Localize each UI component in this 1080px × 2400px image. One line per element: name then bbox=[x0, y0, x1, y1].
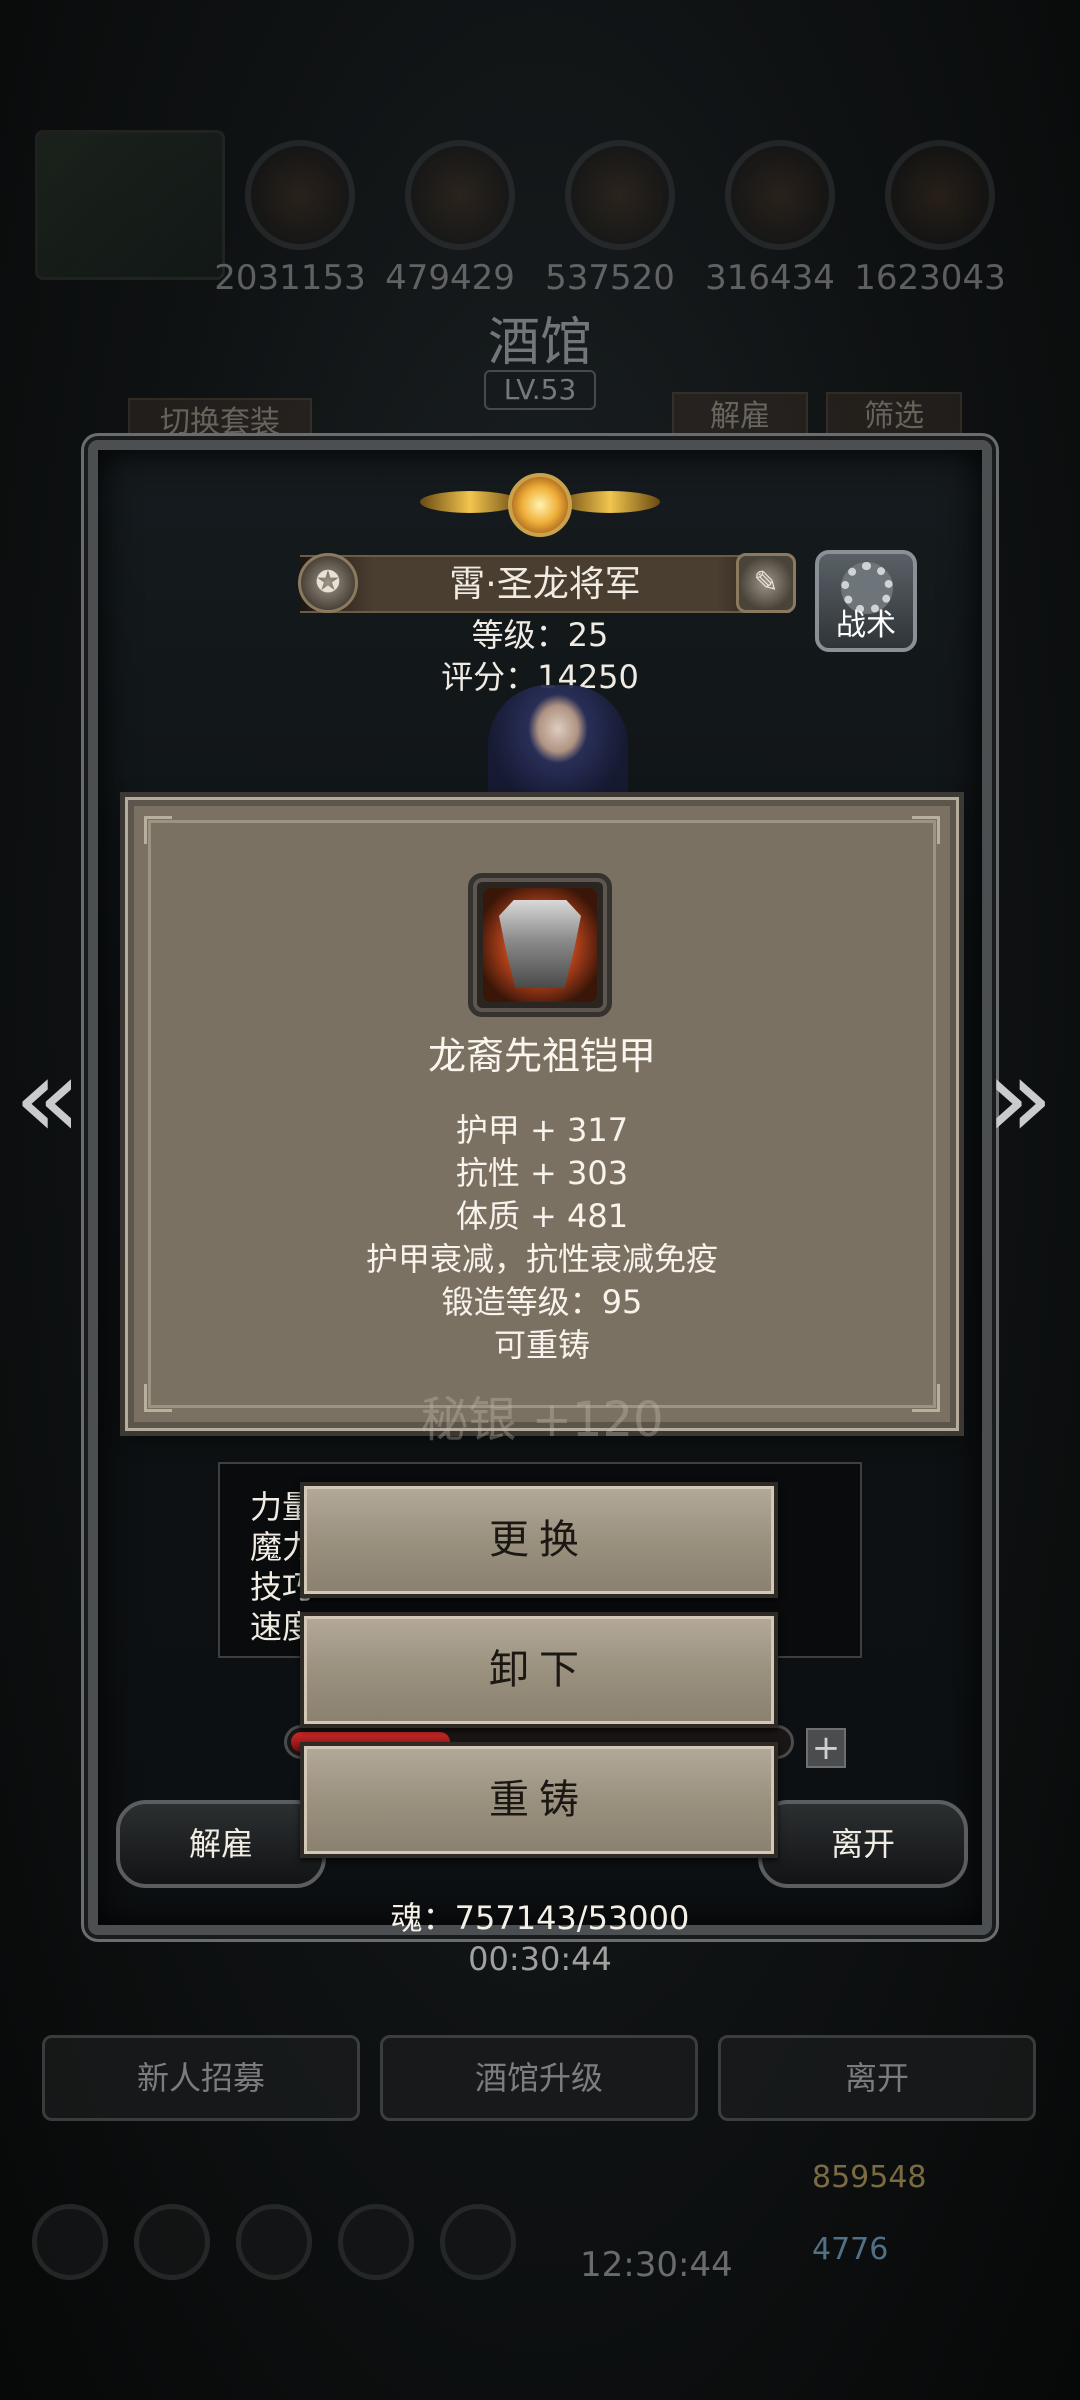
resource-icon-2 bbox=[405, 140, 515, 250]
resource-icon-5 bbox=[885, 140, 995, 250]
tactic-button[interactable]: 战术 bbox=[815, 550, 917, 652]
tactic-label: 战术 bbox=[836, 608, 896, 643]
tooltip-corner bbox=[144, 816, 172, 844]
soul-counter: 魂：757143/53000 bbox=[390, 1899, 690, 1937]
reforge-label: 重铸 bbox=[489, 1777, 589, 1823]
tavern-title: 酒馆 bbox=[487, 313, 592, 373]
nav-icon bbox=[32, 2204, 108, 2280]
hero-name: 霄·圣龙将军 bbox=[449, 564, 641, 605]
dismiss-button[interactable]: 解雇 bbox=[116, 1800, 326, 1888]
nav-icon bbox=[236, 2204, 312, 2280]
item-forge-level: 锻造等级：95 bbox=[441, 1283, 643, 1321]
edit-name-icon[interactable]: ✎ bbox=[736, 553, 796, 613]
resource-value: 1623043 bbox=[854, 258, 1006, 298]
item-immunity: 护甲衰减，抗性衰减免疫 bbox=[365, 1240, 718, 1278]
item-name: 龙裔先祖铠甲 bbox=[427, 1034, 656, 1078]
prev-hero-arrow[interactable]: « bbox=[14, 1043, 104, 1153]
hero-portrait bbox=[488, 685, 628, 810]
reforge-button[interactable]: 重铸 bbox=[300, 1742, 778, 1858]
crest-wing-left bbox=[420, 491, 520, 513]
replace-button[interactable]: 更换 bbox=[300, 1482, 778, 1598]
add-button[interactable]: + bbox=[806, 1728, 846, 1768]
medal-icon[interactable]: ✪ bbox=[298, 553, 358, 613]
hero-name-bar: 霄·圣龙将军 bbox=[300, 555, 790, 613]
item-stat-resistance: 抗性 + 303 bbox=[455, 1154, 629, 1192]
replace-label: 更换 bbox=[489, 1517, 589, 1563]
item-reforgeable: 可重铸 bbox=[493, 1326, 590, 1364]
tooltip-corner bbox=[912, 816, 940, 844]
bg-leave-button: 离开 bbox=[718, 2035, 1036, 2121]
resource-value: 537520 bbox=[545, 258, 675, 298]
resource-value: 2031153 bbox=[214, 258, 366, 298]
gold-amount: 859548 bbox=[812, 2160, 927, 2195]
resource-value: 479429 bbox=[385, 258, 515, 298]
item-slot bbox=[468, 873, 612, 1017]
resource-row: 2031153 479429 537520 316434 1623043 bbox=[30, 130, 1050, 298]
leave-button[interactable]: 离开 bbox=[758, 1800, 968, 1888]
hidden-stat-mithril: 秘银 +120 bbox=[420, 1392, 664, 1448]
tavern-upgrade-button: 酒馆升级 bbox=[380, 2035, 698, 2121]
next-hero-arrow[interactable]: » bbox=[986, 1043, 1076, 1153]
resource-icon-4 bbox=[725, 140, 835, 250]
crest-wing-right bbox=[560, 491, 660, 513]
crest-emblem bbox=[420, 455, 660, 555]
bg-dismiss-button: 解雇 bbox=[672, 392, 808, 442]
gem-amount: 4776 bbox=[812, 2232, 889, 2267]
resource-icon-1 bbox=[245, 140, 355, 250]
item-stat-constitution: 体质 + 481 bbox=[455, 1197, 629, 1235]
timer: 00:30:44 bbox=[468, 1940, 612, 1978]
nav-icon bbox=[134, 2204, 210, 2280]
clock: 12:30:44 bbox=[580, 2245, 733, 2285]
player-portrait bbox=[35, 130, 225, 280]
tavern-level: LV.53 bbox=[484, 370, 596, 410]
recruit-button: 新人招募 bbox=[42, 2035, 360, 2121]
nav-icon bbox=[338, 2204, 414, 2280]
item-stat-armor: 护甲 + 317 bbox=[455, 1111, 629, 1149]
hero-level: 等级：25 bbox=[471, 616, 609, 654]
unequip-button[interactable]: 卸下 bbox=[300, 1612, 778, 1728]
filter-button: 筛选 bbox=[826, 392, 962, 442]
unequip-label: 卸下 bbox=[489, 1647, 589, 1693]
crest-gem-icon bbox=[508, 473, 572, 537]
resource-value: 316434 bbox=[705, 258, 835, 298]
resource-icon-3 bbox=[565, 140, 675, 250]
nav-icon bbox=[440, 2204, 516, 2280]
